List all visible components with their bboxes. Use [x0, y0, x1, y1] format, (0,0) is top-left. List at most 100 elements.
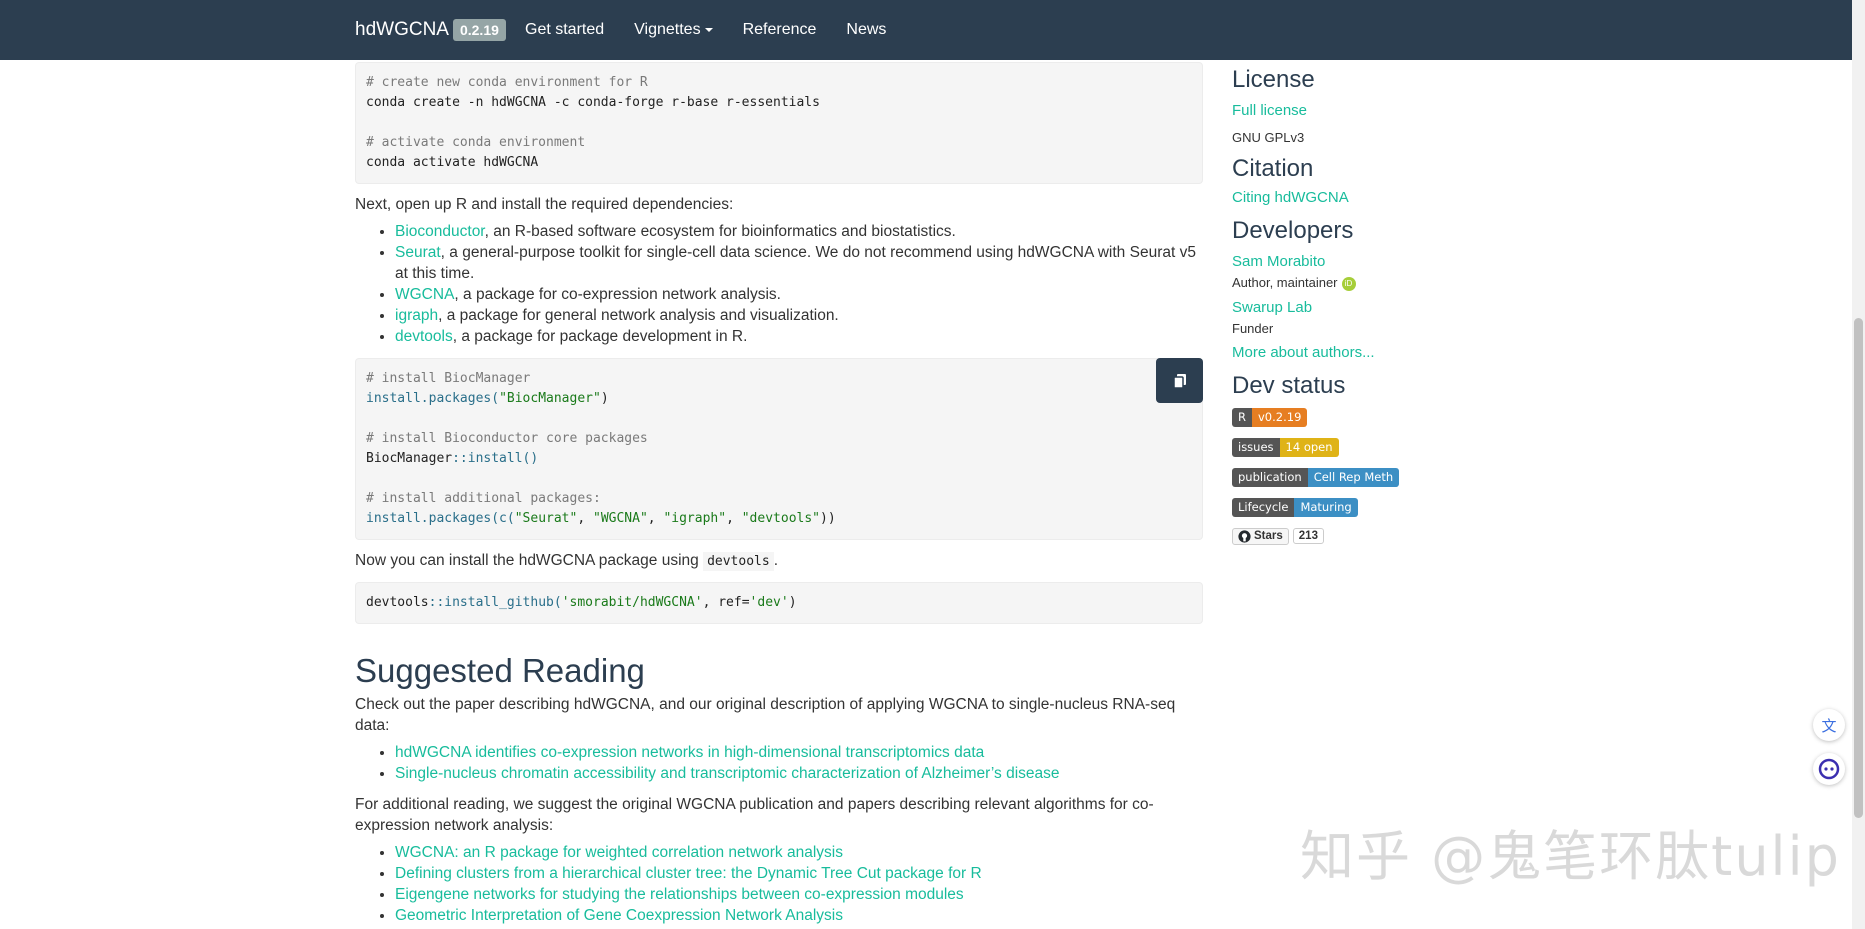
list-item: igraph, a package for general network an… [395, 305, 1203, 326]
nav-reference[interactable]: Reference [728, 21, 832, 39]
code-line: conda create -n hdWGCNA -c conda-forge r… [366, 95, 820, 110]
code-comment: # install Bioconductor core packages [366, 431, 648, 446]
link-seurat[interactable]: Seurat [395, 244, 441, 261]
badge-value: Cell Rep Meth [1307, 467, 1400, 487]
suggested-reading-heading: Suggested Reading [355, 652, 645, 689]
license-text: GNU GPLv3 [1232, 130, 1305, 145]
badge-value: 14 open [1279, 437, 1339, 457]
version-badge: 0.2.19 [452, 19, 506, 41]
orcid-icon[interactable]: iD [1341, 276, 1356, 291]
github-stars-button[interactable]: Stars [1232, 527, 1289, 545]
code-string: "devtools" [741, 511, 821, 526]
link-wgcna[interactable]: WGCNA [395, 286, 454, 303]
reading-intro: Check out the paper describing hdWGCNA, … [355, 696, 1176, 734]
list-item: Geometric Interpretation of Gene Coexpre… [395, 905, 1203, 926]
page-scrollbar[interactable] [1852, 0, 1865, 929]
code-block-deps-wrapper: # install BiocManager install.packages("… [355, 358, 1203, 540]
code-string: "BiocManager" [499, 391, 601, 406]
citation-heading: Citation [1232, 155, 1314, 182]
copy-icon [1172, 373, 1186, 389]
list-item: Eigengene networks for studying the rela… [395, 884, 1203, 905]
code-fn: install.packages( [366, 391, 500, 406]
code-string: 'smorabit/hdWGCNA' [561, 595, 703, 610]
code-ident: devtools [366, 595, 429, 610]
code-op: :: [428, 595, 445, 610]
assistant-button[interactable] [1813, 753, 1845, 785]
code-fn: install.packages(c( [366, 511, 515, 526]
install-period: . [773, 552, 779, 569]
deps-intro: Next, open up R and install the required… [355, 196, 734, 213]
list-item: devtools, a package for package developm… [395, 326, 1203, 347]
code-comment: # create new conda environment for R [366, 75, 648, 90]
watermark: 知乎 @鬼笔环肽tulip [1300, 825, 1841, 888]
list-item: hdWGCNA identifies co-expression network… [395, 742, 1203, 763]
code-fn: install_github( [444, 595, 562, 610]
brand-name[interactable]: hdWGCNA [355, 19, 449, 41]
inline-code-devtools: devtools [703, 552, 774, 571]
code-comment: # install additional packages: [366, 491, 601, 506]
code-punct: )) [820, 511, 836, 526]
badge-lifecycle[interactable]: Lifecycle Maturing [1232, 497, 1358, 517]
badge-r-version[interactable]: Rv0.2.19 [1232, 407, 1308, 427]
additional-list: WGCNA: an R package for weighted correla… [355, 842, 1203, 926]
install-intro-paragraph: Now you can install the hdWGCNA package … [355, 550, 1203, 572]
nav-news[interactable]: News [831, 21, 901, 39]
github-stars-widget[interactable]: Stars 213 [1232, 527, 1324, 545]
scrollbar-thumb[interactable] [1854, 318, 1863, 818]
copy-button[interactable] [1156, 358, 1203, 403]
license-heading: License [1232, 66, 1315, 93]
code-punct: ) [600, 391, 609, 406]
badge-label: Lifecycle [1232, 497, 1295, 517]
more-authors-link[interactable]: More about authors... [1232, 344, 1375, 361]
additional-link[interactable]: Geometric Interpretation of Gene Coexpre… [395, 907, 843, 924]
badge-label: issues [1232, 437, 1280, 457]
caret-down-icon [704, 27, 713, 32]
developer-link-sam[interactable]: Sam Morabito [1232, 253, 1325, 270]
additional-link[interactable]: WGCNA: an R package for weighted correla… [395, 844, 843, 861]
github-stars-count[interactable]: 213 [1292, 528, 1324, 545]
nav-menu: Get started Vignettes Reference News [510, 0, 901, 60]
code-block-conda: # create new conda environment for R con… [355, 62, 1203, 184]
additional-link[interactable]: Defining clusters from a hierarchical cl… [395, 865, 982, 882]
dep-description: , a package for general network analysis… [438, 307, 839, 324]
additional-link[interactable]: Eigengene networks for studying the rela… [395, 886, 964, 903]
nav-get-started[interactable]: Get started [510, 21, 619, 39]
translate-icon: 文 [1821, 717, 1837, 735]
code-block-install: devtools::install_github('smorabit/hdWGC… [355, 582, 1203, 624]
translate-button[interactable]: 文 [1813, 709, 1845, 741]
badge-label: R [1232, 407, 1252, 427]
developer-role: Author, maintainer [1232, 275, 1338, 290]
list-item: Defining clusters from a hierarchical cl… [395, 863, 1203, 884]
link-igraph[interactable]: igraph [395, 307, 438, 324]
dep-description: , a package for package development in R… [452, 328, 748, 345]
list-item: WGCNA: an R package for weighted correla… [395, 842, 1203, 863]
badge-issues[interactable]: issues 14 open [1232, 437, 1339, 457]
link-devtools[interactable]: devtools [395, 328, 453, 345]
nav-vignettes-label: Vignettes [634, 21, 701, 38]
list-item: Single-nucleus chromatin accessibility a… [395, 763, 1203, 784]
code-fn: install() [467, 451, 539, 466]
reading-link[interactable]: hdWGCNA identifies co-expression network… [395, 744, 984, 761]
list-item: WGCNA, a package for co-expression netwo… [395, 284, 1203, 305]
badge-label: publication [1232, 467, 1308, 487]
badge-publication[interactable]: publication Cell Rep Meth [1232, 467, 1400, 487]
main-content: # create new conda environment for R con… [355, 62, 1203, 926]
deps-list: Bioconductor, an R-based software ecosys… [355, 221, 1203, 347]
dep-description: , an R-based software ecosystem for bioi… [484, 223, 956, 240]
full-license-link[interactable]: Full license [1232, 102, 1307, 119]
citation-link[interactable]: Citing hdWGCNA [1232, 189, 1349, 206]
list-item: Bioconductor, an R-based software ecosys… [395, 221, 1203, 242]
code-arg: , ref= [702, 595, 750, 610]
link-bioconductor[interactable]: Bioconductor [395, 223, 485, 240]
reading-link[interactable]: Single-nucleus chromatin accessibility a… [395, 765, 1060, 782]
dev-status-heading: Dev status [1232, 371, 1346, 399]
github-icon [1238, 529, 1251, 543]
brand[interactable]: hdWGCNA 0.2.19 [355, 0, 506, 60]
code-string: 'dev' [749, 595, 789, 610]
list-item: Seurat, a general-purpose toolkit for si… [395, 242, 1203, 284]
github-stars-label: Stars [1254, 530, 1283, 543]
assistant-icon [1818, 758, 1840, 780]
developer-link-swarup[interactable]: Swarup Lab [1232, 299, 1312, 316]
additional-intro: For additional reading, we suggest the o… [355, 796, 1154, 834]
nav-vignettes[interactable]: Vignettes [619, 21, 727, 39]
